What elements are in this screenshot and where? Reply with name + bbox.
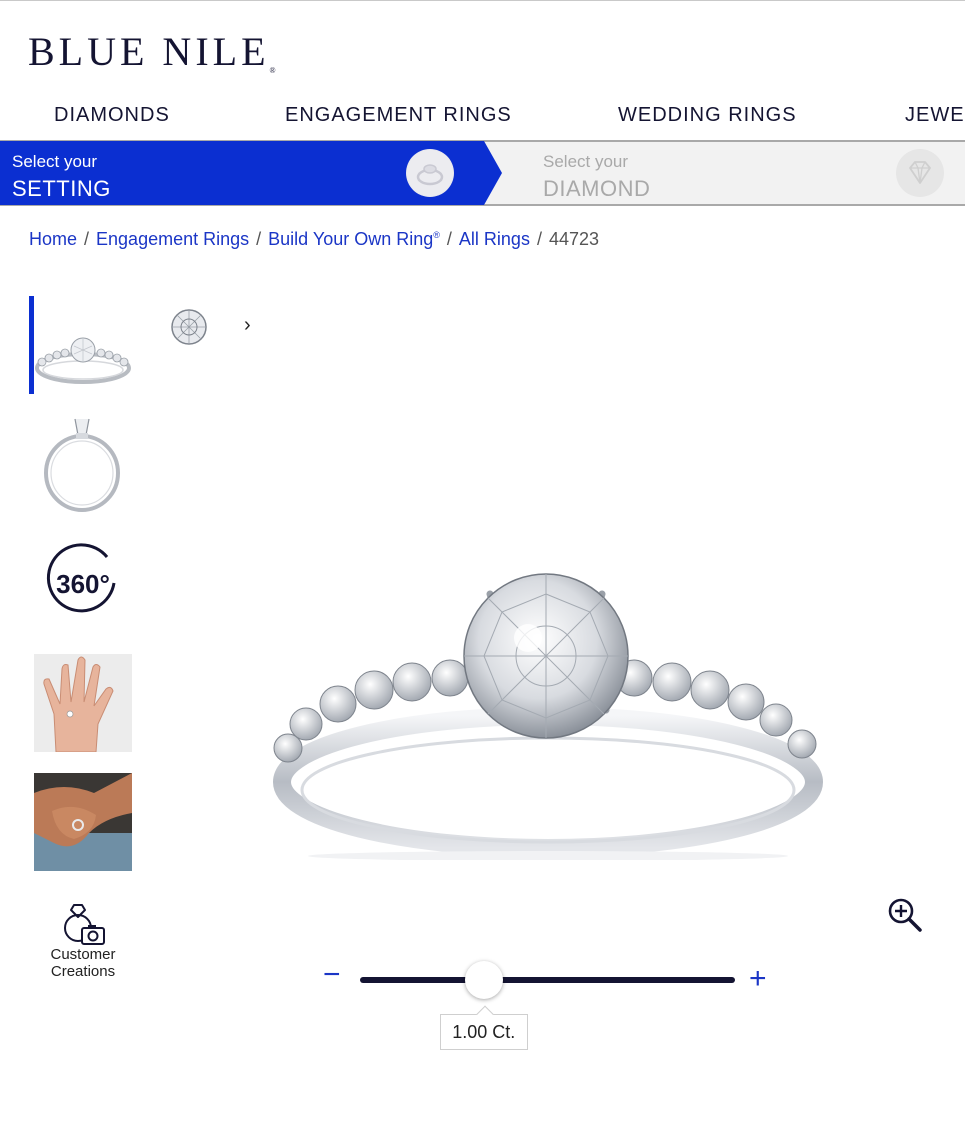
- thumbnail-ring-side[interactable]: [34, 415, 132, 513]
- step-select-diamond[interactable]: Select your DIAMOND: [502, 141, 965, 205]
- breadcrumb-build-label: Build Your Own Ring: [268, 229, 434, 249]
- ring-setting-icon: [406, 149, 454, 197]
- carat-decrease-button[interactable]: −: [323, 960, 341, 990]
- main-product-image[interactable]: [262, 560, 834, 861]
- main-navigation: DIAMONDS ENGAGEMENT RINGS WEDDING RINGS …: [0, 98, 965, 134]
- engagement-ring-image: [273, 573, 823, 861]
- carat-increase-button[interactable]: +: [749, 964, 767, 994]
- loose-diamond-thumbnail-icon: [171, 309, 207, 345]
- nav-item-wedding-rings[interactable]: WEDDING RINGS: [618, 104, 797, 127]
- camera-ring-icon: [64, 904, 105, 945]
- breadcrumb-current: 44723: [548, 229, 600, 249]
- breadcrumb-separator: /: [536, 229, 542, 249]
- breadcrumb-separator: /: [446, 229, 452, 249]
- carat-slider-track[interactable]: [360, 977, 735, 983]
- breadcrumb-build-your-own-ring[interactable]: Build Your Own Ring®: [268, 229, 440, 249]
- breadcrumb-engagement-rings[interactable]: Engagement Rings: [96, 229, 249, 249]
- step-setting-title: SETTING: [12, 176, 111, 201]
- ring-side-thumbnail-icon: [44, 418, 120, 512]
- customer-creations-line2: Creations: [50, 963, 116, 980]
- customer-creations-line1: Customer: [50, 946, 116, 963]
- hand-lifestyle-thumbnail-icon: [34, 773, 132, 871]
- step-diamond-caption: Select your: [543, 152, 629, 171]
- 360-view-icon: 360°: [46, 543, 116, 613]
- 360-label: 360°: [56, 569, 110, 599]
- thumbnail-360-view[interactable]: 360°: [34, 535, 132, 633]
- thumbnail-diamond[interactable]: [168, 306, 210, 348]
- diamond-icon: [896, 149, 944, 197]
- carat-value-tooltip: 1.00 Ct.: [439, 1014, 528, 1050]
- breadcrumb-separator: /: [84, 229, 90, 249]
- nav-item-jewelry[interactable]: JEWELRY: [905, 104, 965, 127]
- blue-nile-logo[interactable]: BLUE NILE®: [28, 28, 276, 75]
- step-select-setting[interactable]: Select your SETTING: [0, 141, 502, 205]
- hand-model-thumbnail-icon: [34, 654, 132, 753]
- nav-item-engagement-rings[interactable]: ENGAGEMENT RINGS: [285, 104, 512, 127]
- ring-front-thumbnail-icon: [35, 337, 131, 384]
- carat-slider-handle[interactable]: [464, 961, 503, 999]
- breadcrumb-registered-mark: ®: [433, 230, 440, 240]
- breadcrumb-home[interactable]: Home: [29, 229, 77, 249]
- customer-creations-label: Customer Creations: [33, 946, 133, 980]
- nav-item-diamonds[interactable]: DIAMONDS: [54, 104, 170, 127]
- thumbnail-ring-front[interactable]: [34, 296, 132, 394]
- logo-registered-mark: ®: [269, 66, 276, 75]
- thumbnail-hand-model[interactable]: [34, 654, 132, 753]
- step-diamond-title: DIAMOND: [543, 176, 651, 201]
- top-border: [0, 0, 965, 1]
- breadcrumb: Home / Engagement Rings / Build Your Own Rin…: [29, 229, 599, 250]
- build-ring-steps: Select your SETTING Select your DIAMOND: [0, 140, 965, 206]
- breadcrumb-all-rings[interactable]: All Rings: [459, 229, 530, 249]
- zoom-in-icon[interactable]: [886, 896, 924, 934]
- thumbnail-hand-lifestyle[interactable]: [34, 773, 132, 871]
- chevron-right-icon[interactable]: ›: [244, 314, 251, 337]
- breadcrumb-separator: /: [256, 229, 262, 249]
- logo-text: BLUE NILE: [28, 29, 270, 74]
- step-setting-caption: Select your: [12, 152, 98, 171]
